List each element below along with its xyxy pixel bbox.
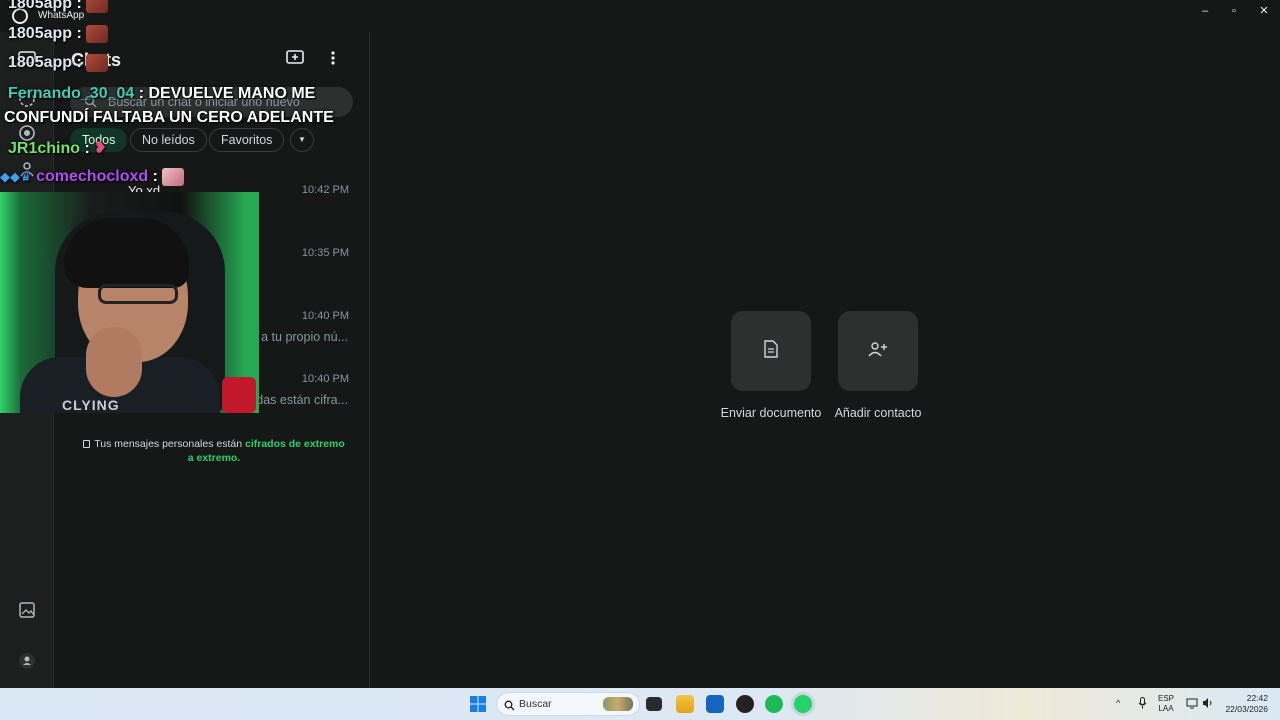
e2e-text: Tus mensajes personales están xyxy=(94,438,245,450)
task-view-icon[interactable] xyxy=(646,697,662,711)
e2e-encryption-notice: Tus mensajes personales están cifrados d… xyxy=(82,437,346,465)
add-contact-label: Añadir contacto xyxy=(834,406,922,420)
whatsapp-taskbar-icon[interactable] xyxy=(794,695,812,713)
webcam-hand xyxy=(86,327,142,397)
document-icon xyxy=(763,339,779,363)
send-document-button[interactable] xyxy=(731,311,811,391)
windows-start-icon[interactable] xyxy=(470,696,486,712)
menu-kebab-icon[interactable] xyxy=(330,50,342,68)
chat-row-time: 10:35 PM xyxy=(301,247,349,259)
e2e-end: . xyxy=(237,452,241,464)
main-pane: Enviar documento Añadir contacto xyxy=(371,32,1280,688)
channels-icon[interactable] xyxy=(18,124,36,142)
window-title: WhatsApp xyxy=(38,10,85,21)
search-highlight-image xyxy=(603,697,633,711)
chats-icon[interactable] xyxy=(18,50,36,68)
store-icon[interactable] xyxy=(706,695,724,713)
spotify-icon[interactable] xyxy=(765,695,783,713)
webcam-glasses xyxy=(98,284,178,304)
filter-chip-favoritos[interactable]: Favoritos xyxy=(209,128,285,152)
maximize-button[interactable]: ▫ xyxy=(1219,4,1249,18)
search-icon xyxy=(84,95,97,113)
taskbar-clock[interactable]: 22:42 22/03/2026 xyxy=(1222,693,1268,715)
webcam-overlay: CLYING xyxy=(0,192,259,413)
search-input[interactable] xyxy=(108,93,338,111)
filter-more-chevron-icon[interactable]: ▼ xyxy=(290,128,314,152)
chat-list-title: Chats xyxy=(71,50,122,70)
file-explorer-icon[interactable] xyxy=(676,695,694,713)
media-icon[interactable] xyxy=(18,601,36,619)
microphone-icon[interactable] xyxy=(1138,697,1147,712)
chat-row-time: 10:40 PM xyxy=(301,310,349,322)
chat-row-time: 10:42 PM xyxy=(301,184,349,196)
title-bar: WhatsApp – ▫ ✕ xyxy=(0,0,1280,32)
tray-chevron-up-icon[interactable]: ^ xyxy=(1116,698,1120,708)
status-icon[interactable] xyxy=(18,90,36,108)
language-indicator[interactable]: ESP LAA xyxy=(1158,694,1174,714)
clock-time: 22:42 xyxy=(1246,693,1268,703)
obs-icon[interactable] xyxy=(736,695,754,713)
taskbar-search-label: Buscar xyxy=(519,698,552,710)
language-bottom: LAA xyxy=(1158,704,1174,713)
volume-icon[interactable] xyxy=(1202,697,1214,712)
minimize-button[interactable]: – xyxy=(1190,4,1220,18)
clock-date: 22/03/2026 xyxy=(1225,704,1268,714)
network-icon[interactable] xyxy=(1186,697,1198,712)
taskbar-search-icon xyxy=(504,698,515,716)
profile-icon[interactable] xyxy=(18,652,36,670)
webcam-cup xyxy=(222,377,256,413)
whatsapp-logo-icon xyxy=(12,8,28,24)
language-top: ESP xyxy=(1158,694,1175,703)
webcam-hair xyxy=(64,218,189,288)
add-contact-button[interactable] xyxy=(838,311,918,391)
windows-taskbar: Buscar ^ ESP LAA 22:42 22/03/2026 xyxy=(0,688,1280,720)
add-contact-icon xyxy=(868,341,888,362)
webcam-shirt-text: CLYING xyxy=(62,397,120,413)
filter-chip-todos[interactable]: Todos xyxy=(70,128,128,152)
chat-row-time: 10:40 PM xyxy=(301,373,349,385)
close-button[interactable]: ✕ xyxy=(1249,4,1279,18)
communities-icon[interactable] xyxy=(18,160,36,178)
search-bar xyxy=(70,87,353,117)
send-document-label: Enviar documento xyxy=(720,406,822,420)
taskbar-search[interactable]: Buscar xyxy=(496,692,640,716)
lock-icon xyxy=(83,440,91,448)
new-chat-icon[interactable] xyxy=(286,50,306,68)
filter-chip-no-leidos[interactable]: No leídos xyxy=(130,128,207,152)
